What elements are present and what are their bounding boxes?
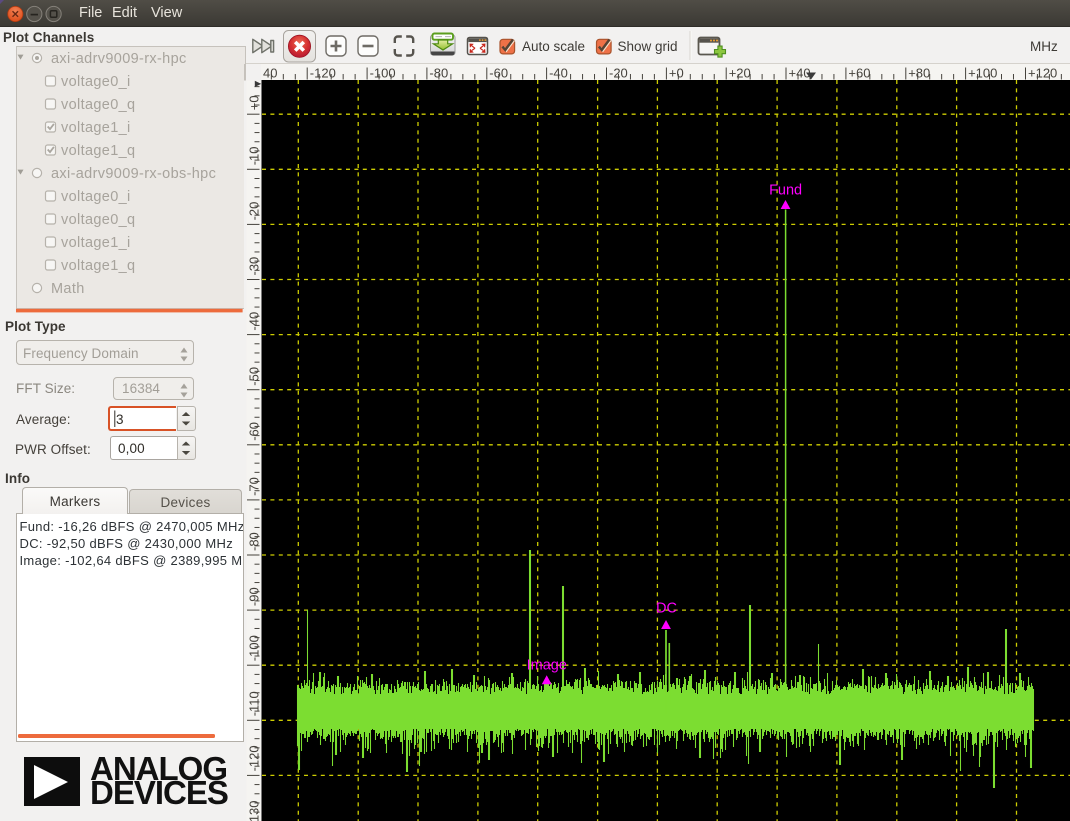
svg-text:Show grid: Show grid	[618, 39, 678, 54]
svg-text:Fund: Fund	[769, 183, 802, 199]
svg-text:-60: -60	[489, 66, 508, 81]
svg-text:-20: -20	[247, 202, 262, 221]
svg-text:-70: -70	[247, 477, 262, 496]
svg-text:40: 40	[263, 66, 277, 81]
svg-text:-20: -20	[609, 66, 628, 81]
svg-text:+0: +0	[669, 66, 684, 81]
svg-text:MHz: MHz	[1030, 39, 1058, 54]
svg-text:-80: -80	[429, 66, 448, 81]
svg-text:Auto scale: Auto scale	[522, 39, 585, 54]
svg-text:-60: -60	[247, 422, 262, 441]
svg-text:-100: -100	[247, 635, 262, 661]
svg-text:-100: -100	[370, 66, 396, 81]
svg-text:-120: -120	[247, 745, 262, 771]
svg-text:+20: +20	[729, 66, 751, 81]
svg-text:-80: -80	[247, 532, 262, 551]
svg-text:-40: -40	[549, 66, 568, 81]
svg-text:+0: +0	[247, 95, 262, 110]
svg-text:+120: +120	[1028, 66, 1057, 81]
svg-text:-50: -50	[247, 367, 262, 386]
svg-text:-40: -40	[247, 312, 262, 331]
svg-text:-10: -10	[247, 147, 262, 166]
svg-text:+80: +80	[908, 66, 930, 81]
svg-text:+60: +60	[848, 66, 870, 81]
svg-text:-120: -120	[310, 66, 336, 81]
svg-text:-90: -90	[247, 587, 262, 606]
svg-text:Image: Image	[527, 658, 567, 674]
svg-text:-30: -30	[247, 257, 262, 276]
svg-text:+100: +100	[968, 66, 997, 81]
svg-text:-130: -130	[247, 800, 262, 821]
svg-text:DC: DC	[656, 601, 677, 617]
svg-text:-110: -110	[247, 691, 262, 716]
